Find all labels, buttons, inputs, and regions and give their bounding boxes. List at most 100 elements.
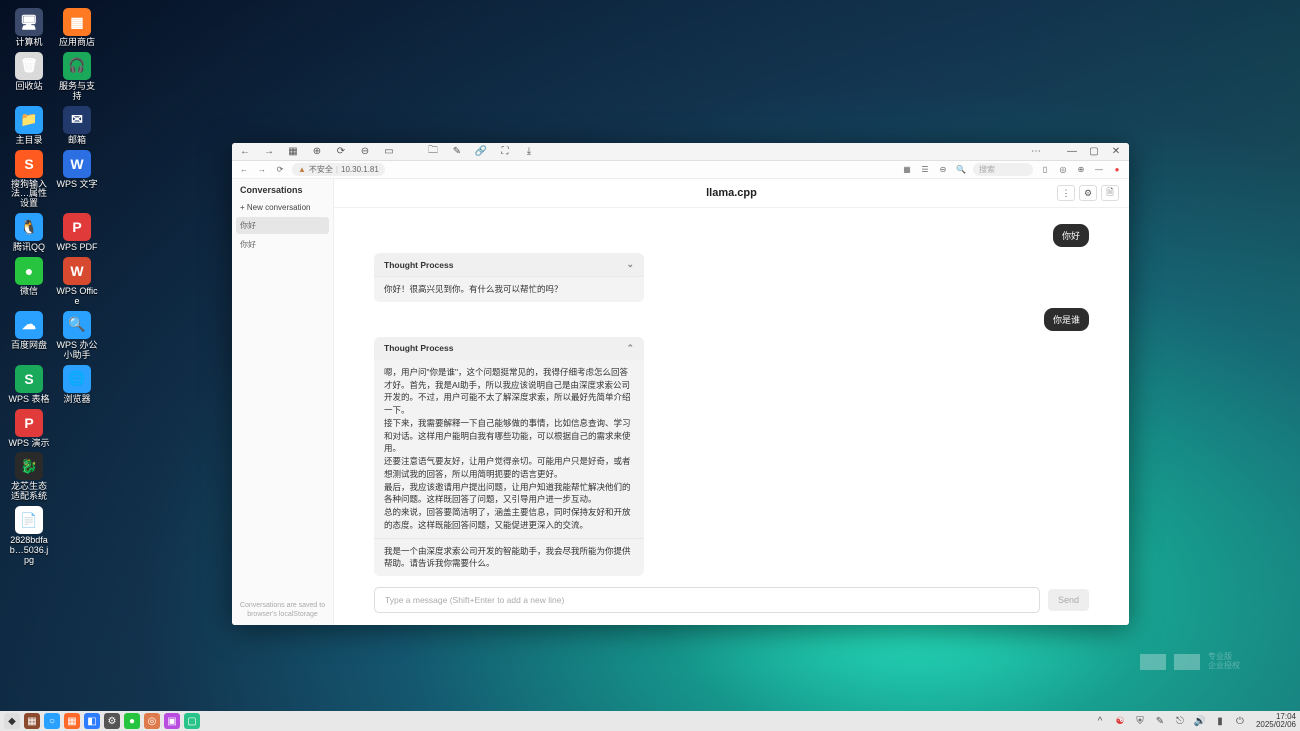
- window-minimize-button[interactable]: —: [1065, 145, 1079, 159]
- viewer-titlebar: ← → ▦ ⊕ ⟳ ⊖ ▭ 🗀 ✎ 🔗 ⛶ ⤓ ⋯ — ▢ ✕: [232, 143, 1129, 161]
- desktop-icon[interactable]: SWPS 表格: [8, 365, 50, 405]
- sidebar-title: Conversations: [232, 179, 333, 199]
- taskbar-app2-icon[interactable]: ◎: [144, 713, 160, 729]
- desktop-icon[interactable]: 🗑回收站: [8, 52, 50, 102]
- taskbar-browser-icon[interactable]: ○: [44, 713, 60, 729]
- chat-body[interactable]: 你好 Thought Process ⌄ 你好！很高兴见到你。有什么我可以帮忙的…: [334, 208, 1129, 579]
- desktop-icon[interactable]: S搜狗输入法…属性设置: [8, 150, 50, 210]
- browser-ext3-icon[interactable]: ⊖: [937, 164, 949, 176]
- browser-close-button[interactable]: ●: [1111, 164, 1123, 176]
- desktop-icon[interactable]: ✉ 邮箱: [56, 106, 98, 146]
- desktop-icon[interactable]: 🐧腾讯QQ: [8, 213, 50, 253]
- browser-back-button[interactable]: ←: [238, 164, 250, 176]
- desktop-icon-label: 微信: [20, 287, 38, 297]
- start-button[interactable]: ◆: [4, 713, 20, 729]
- browser-profile-button[interactable]: ◎: [1057, 164, 1069, 176]
- taskbar-settings-icon[interactable]: ⚙: [104, 713, 120, 729]
- tray-battery-icon[interactable]: ▮: [1212, 713, 1228, 729]
- desktop-icon-label: 百度网盘: [11, 341, 47, 351]
- nav-back-button[interactable]: ←: [238, 145, 252, 159]
- zoom-in-button[interactable]: ⊕: [310, 145, 324, 159]
- desktop-icon[interactable]: WWPS Office: [56, 257, 98, 307]
- browser-ext2-icon[interactable]: ☰: [919, 164, 931, 176]
- desktop-icon-label: 龙芯生态适配系统: [8, 482, 50, 502]
- fullscreen-button[interactable]: ⛶: [498, 145, 512, 159]
- save-button[interactable]: ⤓: [522, 145, 536, 159]
- desktop-icon[interactable]: P WPS 演示: [8, 409, 50, 449]
- edit-button[interactable]: ✎: [450, 145, 464, 159]
- desktop-icon[interactable]: PWPS PDF: [56, 213, 98, 253]
- desktop-icon-label: WPS 文字: [56, 180, 97, 190]
- browser-ext1-icon[interactable]: ▦: [901, 164, 913, 176]
- thumbnails-button[interactable]: ▦: [286, 145, 300, 159]
- desktop-icon[interactable]: ●微信: [8, 257, 50, 307]
- desktop-icon-label: 主目录: [15, 136, 42, 146]
- desktop-icon-label: 邮箱: [68, 136, 86, 146]
- desktop-icon-label: WPS PDF: [56, 243, 97, 253]
- address-bar[interactable]: ▲ 不安全 | 10.30.1.81: [292, 163, 385, 176]
- taskbar-app4-icon[interactable]: ▢: [184, 713, 200, 729]
- browser-tab-button[interactable]: ▯: [1039, 164, 1051, 176]
- zoom-reset-button[interactable]: ⟳: [334, 145, 348, 159]
- chat-export-button[interactable]: 🗎: [1101, 185, 1119, 201]
- app-icon: ▦: [63, 8, 91, 36]
- window-close-button[interactable]: ✕: [1109, 145, 1123, 159]
- desktop-icon[interactable]: 📁主目录: [8, 106, 50, 146]
- app-icon: 🖥: [15, 8, 43, 36]
- browser-reload-button[interactable]: ⟳: [274, 164, 286, 176]
- tray-volume-icon[interactable]: 🔊: [1192, 713, 1208, 729]
- menu-button[interactable]: ⋯: [1029, 145, 1043, 159]
- tray-up-icon[interactable]: ^: [1092, 713, 1108, 729]
- send-button[interactable]: Send: [1048, 589, 1089, 611]
- clock-date: 2025/02/06: [1256, 721, 1296, 729]
- zoom-out-button[interactable]: ⊖: [358, 145, 372, 159]
- desktop-icon[interactable]: 🔍WPS 办公小助手: [56, 311, 98, 361]
- tray-network-icon[interactable]: ⎋: [1172, 713, 1188, 729]
- desktop-icon[interactable]: ▦应用商店: [56, 8, 98, 48]
- tray-edit-icon[interactable]: ✎: [1152, 713, 1168, 729]
- thought-process-toggle[interactable]: Thought Process ⌃: [374, 337, 644, 360]
- desktop-icon[interactable]: 📄2828bdfab…5036.jpg: [8, 506, 50, 566]
- open-folder-button[interactable]: 🗀: [426, 145, 440, 159]
- app-icon: 🎧: [63, 52, 91, 80]
- taskbar-wechat-icon[interactable]: ●: [124, 713, 140, 729]
- nav-forward-button[interactable]: →: [262, 145, 276, 159]
- share-button[interactable]: 🔗: [474, 145, 488, 159]
- desktop-icon[interactable]: WWPS 文字: [56, 150, 98, 210]
- taskbar-app1-icon[interactable]: ◧: [84, 713, 100, 729]
- message-input[interactable]: Type a message (Shift+Enter to add a new…: [374, 587, 1040, 613]
- watermark-logo-1: [1140, 654, 1166, 670]
- conversation-item-1[interactable]: 你好: [232, 235, 333, 254]
- window-maximize-button[interactable]: ▢: [1087, 145, 1101, 159]
- new-conversation-button[interactable]: + New conversation: [232, 199, 333, 216]
- tray-shield-icon[interactable]: ⛨: [1132, 713, 1148, 729]
- taskbar-fm-icon[interactable]: ▦: [24, 713, 40, 729]
- app-icon: P: [15, 409, 43, 437]
- browser-newtab-button[interactable]: ⊕: [1075, 164, 1087, 176]
- desktop-icon[interactable]: 🎧服务与支持: [56, 52, 98, 102]
- chat-settings-button[interactable]: ⚙: [1079, 185, 1097, 201]
- desktop-icon[interactable]: 🌐浏览器: [56, 365, 98, 405]
- thought-process-toggle[interactable]: Thought Process ⌄: [374, 253, 644, 276]
- app-icon: ✉: [63, 106, 91, 134]
- tray-power-icon[interactable]: ⏻: [1232, 713, 1248, 729]
- thought-process-label: Thought Process: [384, 260, 453, 270]
- tray-ime-icon[interactable]: ☯: [1112, 713, 1128, 729]
- taskbar-app3-icon[interactable]: ▣: [164, 713, 180, 729]
- sidebar-footer: Conversations are saved to browser's loc…: [232, 596, 333, 625]
- taskbar-clock[interactable]: 17:04 2025/02/06: [1252, 713, 1296, 729]
- fit-button[interactable]: ▭: [382, 145, 396, 159]
- desktop-icon[interactable]: 🖥计算机: [8, 8, 50, 48]
- thought-process-body: 嗯，用户问"你是谁"，这个问题挺常见的，我得仔细考虑怎么回答才好。首先，我是AI…: [374, 360, 644, 538]
- conversation-item-0[interactable]: 你好: [236, 217, 329, 234]
- desktop-icon[interactable]: 🐉龙芯生态适配系统: [8, 452, 50, 502]
- chat-title: llama.cpp: [706, 187, 757, 199]
- taskbar-store-icon[interactable]: ▦: [64, 713, 80, 729]
- desktop-icon-label: WPS 演示: [8, 439, 49, 449]
- chat-menu-button[interactable]: ⋮: [1057, 185, 1075, 201]
- security-warning-icon: ▲: [298, 165, 306, 174]
- browser-search-input[interactable]: 搜索: [973, 163, 1033, 176]
- browser-forward-button[interactable]: →: [256, 164, 268, 176]
- browser-min-button[interactable]: —: [1093, 164, 1105, 176]
- desktop-icon[interactable]: ☁百度网盘: [8, 311, 50, 361]
